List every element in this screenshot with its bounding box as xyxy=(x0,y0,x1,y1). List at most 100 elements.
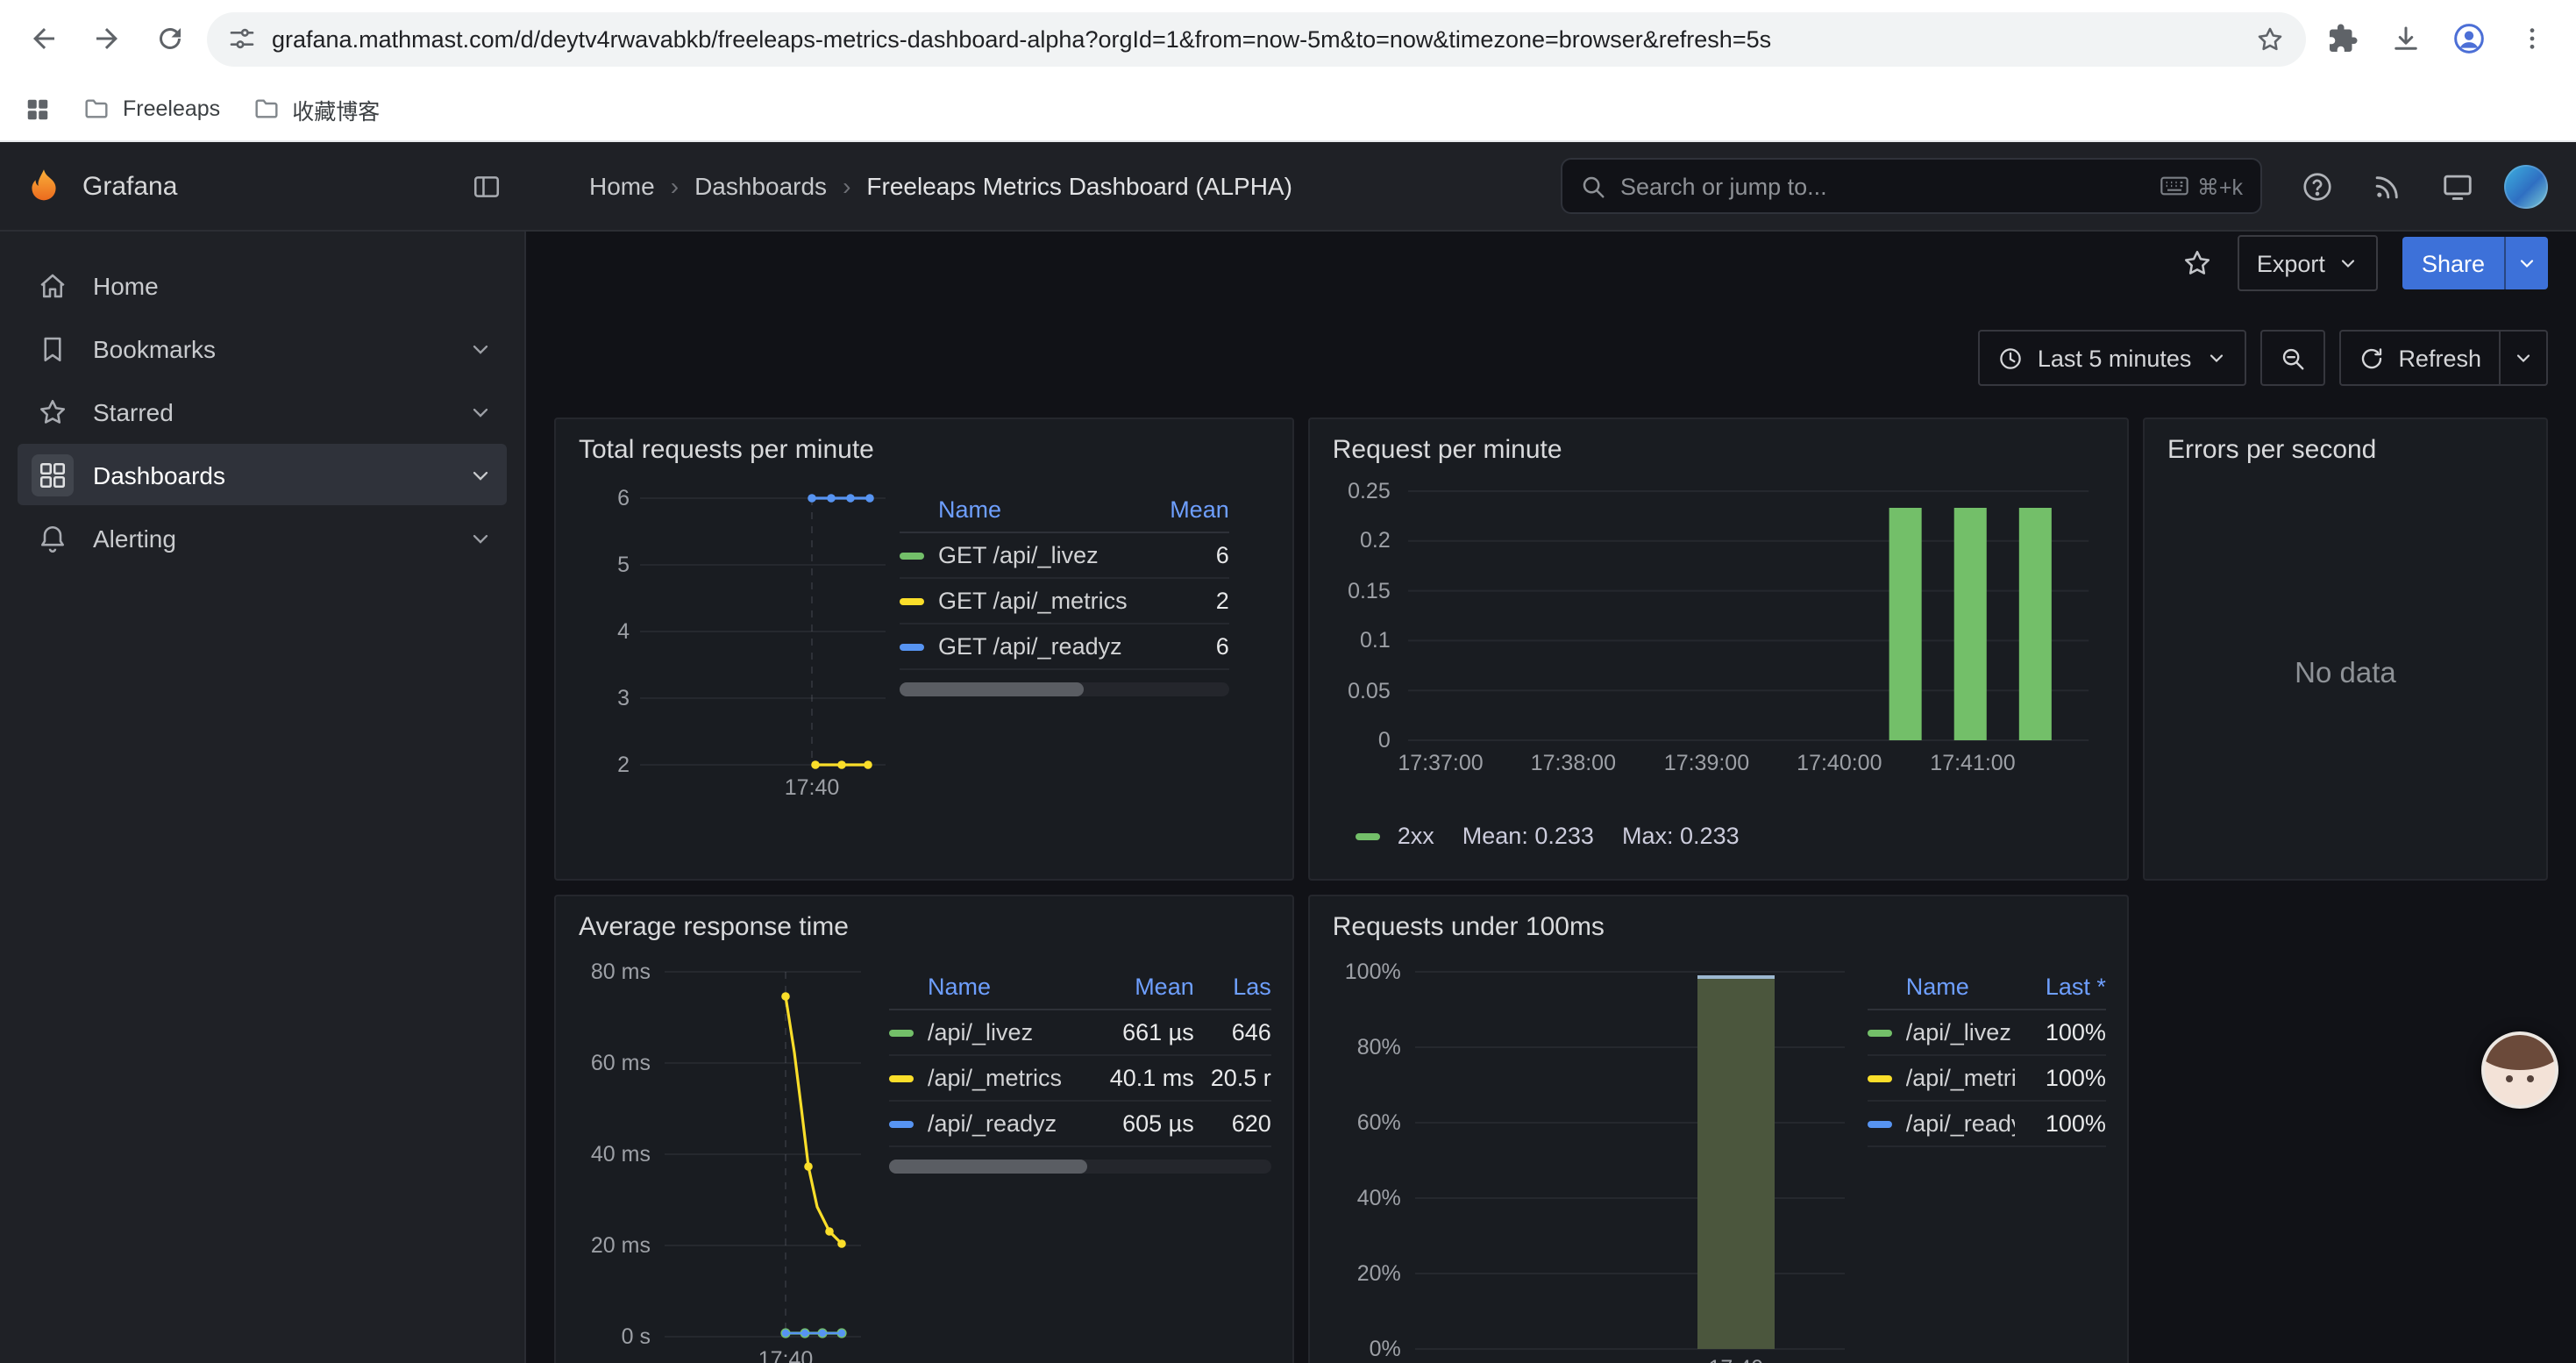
folder-icon xyxy=(82,95,110,123)
export-button[interactable]: Export xyxy=(2238,235,2378,291)
legend-row[interactable]: GET /api/_livez 6 xyxy=(900,533,1229,579)
sidebar-item-bookmarks[interactable]: Bookmarks xyxy=(18,318,507,379)
legend-row[interactable]: /api/_livez 100% xyxy=(1868,1010,2106,1056)
legend-col-name[interactable]: Name xyxy=(938,496,1138,523)
bar-plot xyxy=(1408,491,2089,740)
scrollbar-thumb[interactable] xyxy=(889,1160,1088,1174)
reload-button[interactable] xyxy=(144,12,196,65)
sidebar-item-alerting[interactable]: Alerting xyxy=(18,507,507,568)
legend-row[interactable]: /api/_livez 661 µs 646 xyxy=(889,1010,1271,1056)
breadcrumb-separator: › xyxy=(843,172,850,200)
back-button[interactable] xyxy=(18,12,70,65)
y-tick: 40% xyxy=(1331,1184,1401,1212)
panel-title[interactable]: Requests under 100ms xyxy=(1310,896,2127,947)
home-icon xyxy=(32,264,74,306)
forward-button[interactable] xyxy=(81,12,133,65)
zoom-out-button[interactable] xyxy=(2259,330,2324,386)
alerting-icon xyxy=(32,517,74,559)
chevron-down-icon[interactable] xyxy=(468,525,493,550)
series-swatch xyxy=(900,597,924,604)
help-icon[interactable] xyxy=(2294,163,2339,209)
breadcrumb-separator: › xyxy=(671,172,679,200)
breadcrumb-home[interactable]: Home xyxy=(589,172,655,200)
avatar-hair xyxy=(2481,1031,2558,1070)
legend-col-name[interactable]: Name xyxy=(1906,974,2015,1000)
bookmark-freeleaps[interactable]: Freeleaps xyxy=(82,95,220,123)
legend-scrollbar[interactable] xyxy=(889,1160,1271,1174)
search-placeholder: Search or jump to... xyxy=(1620,173,2146,199)
refresh-interval-button[interactable] xyxy=(2499,332,2546,384)
y-tick: 0.15 xyxy=(1331,577,1391,605)
downloads-icon[interactable] xyxy=(2380,12,2432,65)
search-input[interactable]: Search or jump to... ⌘+k xyxy=(1561,158,2262,214)
legend-row[interactable]: GET /api/_readyz 6 xyxy=(900,624,1229,670)
series-name: GET /api/_livez xyxy=(938,542,1138,568)
bookmark-star-icon[interactable] xyxy=(2255,24,2285,54)
share-button[interactable]: Share xyxy=(2402,237,2504,289)
grafana-header: Grafana Home › Dashboards › Freeleaps Me… xyxy=(0,142,2576,232)
x-axis: 17:37:00 17:38:00 17:39:00 17:40:00 17:4… xyxy=(1408,751,2089,779)
panel-title[interactable]: Errors per second xyxy=(2145,419,2546,470)
folder-icon xyxy=(252,95,280,123)
chevron-down-icon[interactable] xyxy=(468,462,493,487)
search-shortcut: ⌘+k xyxy=(2160,173,2243,199)
url-bar[interactable]: grafana.mathmast.com/d/deytv4rwavabkb/fr… xyxy=(207,11,2306,66)
legend-col-mean[interactable]: Mean xyxy=(1138,496,1229,523)
scrollbar-thumb[interactable] xyxy=(900,682,1084,696)
legend-scrollbar[interactable] xyxy=(900,682,1229,696)
legend[interactable]: 2xx Mean: 0.233 Max: 0.233 xyxy=(1356,823,1740,849)
y-tick: 0.05 xyxy=(1331,677,1391,705)
sidebar-item-label: Home xyxy=(93,271,493,299)
sidebar-toggle-icon[interactable] xyxy=(472,171,502,201)
sidebar-item-starred[interactable]: Starred xyxy=(18,381,507,442)
site-info-icon[interactable] xyxy=(228,25,256,53)
url-text[interactable]: grafana.mathmast.com/d/deytv4rwavabkb/fr… xyxy=(272,25,2239,52)
legend-row[interactable]: /api/_metrics 40.1 ms 20.5 r xyxy=(889,1056,1271,1102)
chevron-down-icon[interactable] xyxy=(468,336,493,360)
legend-col-last[interactable]: Last * xyxy=(2015,974,2106,1000)
panel-title[interactable]: Total requests per minute xyxy=(556,419,1292,470)
bookmark-label: Freeleaps xyxy=(123,96,220,121)
extensions-icon[interactable] xyxy=(2316,12,2369,65)
y-tick: 20 ms xyxy=(577,1231,651,1260)
screen-icon[interactable] xyxy=(2434,163,2480,209)
sidebar-item-dashboards[interactable]: Dashboards xyxy=(18,444,507,505)
panel-title[interactable]: Average response time xyxy=(556,896,1292,947)
legend-row[interactable]: /api/_metrics 100% xyxy=(1868,1056,2106,1102)
legend-col-last[interactable]: Las xyxy=(1194,974,1271,1000)
apps-grid-icon[interactable] xyxy=(25,96,51,122)
breadcrumb-dashboards[interactable]: Dashboards xyxy=(694,172,827,200)
panel-avg-response-time: Average response time 80 ms 60 ms 40 ms … xyxy=(554,895,1294,1363)
series-name: /api/_metrics xyxy=(928,1065,1103,1091)
chevron-down-icon[interactable] xyxy=(468,399,493,424)
series-swatch xyxy=(1356,832,1380,839)
favorite-star-icon[interactable] xyxy=(2181,247,2213,279)
share-menu-button[interactable] xyxy=(2504,237,2548,289)
bar-plot xyxy=(1415,972,1845,1349)
news-icon[interactable] xyxy=(2364,163,2409,209)
sidebar-item-home[interactable]: Home xyxy=(18,254,507,316)
bookmark-blogs[interactable]: 收藏博客 xyxy=(252,92,380,125)
browser-menu-icon[interactable] xyxy=(2506,12,2558,65)
panel-title[interactable]: Request per minute xyxy=(1310,419,2127,470)
legend-table: Name Mean GET /api/_livez 6 xyxy=(900,488,1271,865)
y-tick: 20% xyxy=(1331,1260,1401,1288)
legend-row[interactable]: /api/_readyz 100% xyxy=(1868,1102,2106,1147)
legend-row[interactable]: /api/_readyz 605 µs 620 xyxy=(889,1102,1271,1147)
chat-avatar[interactable] xyxy=(2481,1031,2558,1109)
legend-col-name[interactable]: Name xyxy=(928,974,1103,1000)
series-name: GET /api/_readyz xyxy=(938,633,1138,660)
time-range-picker[interactable]: Last 5 minutes xyxy=(1978,330,2246,386)
user-avatar[interactable] xyxy=(2504,164,2548,208)
browser-chrome: grafana.mathmast.com/d/deytv4rwavabkb/fr… xyxy=(0,0,2576,142)
under-100ms-chart: 100% 80% 60% 40% 20% 0% xyxy=(1331,951,1857,1363)
y-tick: 80 ms xyxy=(577,958,651,986)
share-split-button: Share xyxy=(2402,237,2548,289)
legend-row[interactable]: GET /api/_metrics 2 xyxy=(900,579,1229,624)
legend-col-mean[interactable]: Mean xyxy=(1103,974,1194,1000)
profile-icon[interactable] xyxy=(2443,12,2495,65)
series-name: GET /api/_metrics xyxy=(938,588,1138,614)
star-icon xyxy=(32,390,74,432)
refresh-button[interactable]: Refresh xyxy=(2340,332,2499,384)
brand: Grafana xyxy=(0,165,526,207)
